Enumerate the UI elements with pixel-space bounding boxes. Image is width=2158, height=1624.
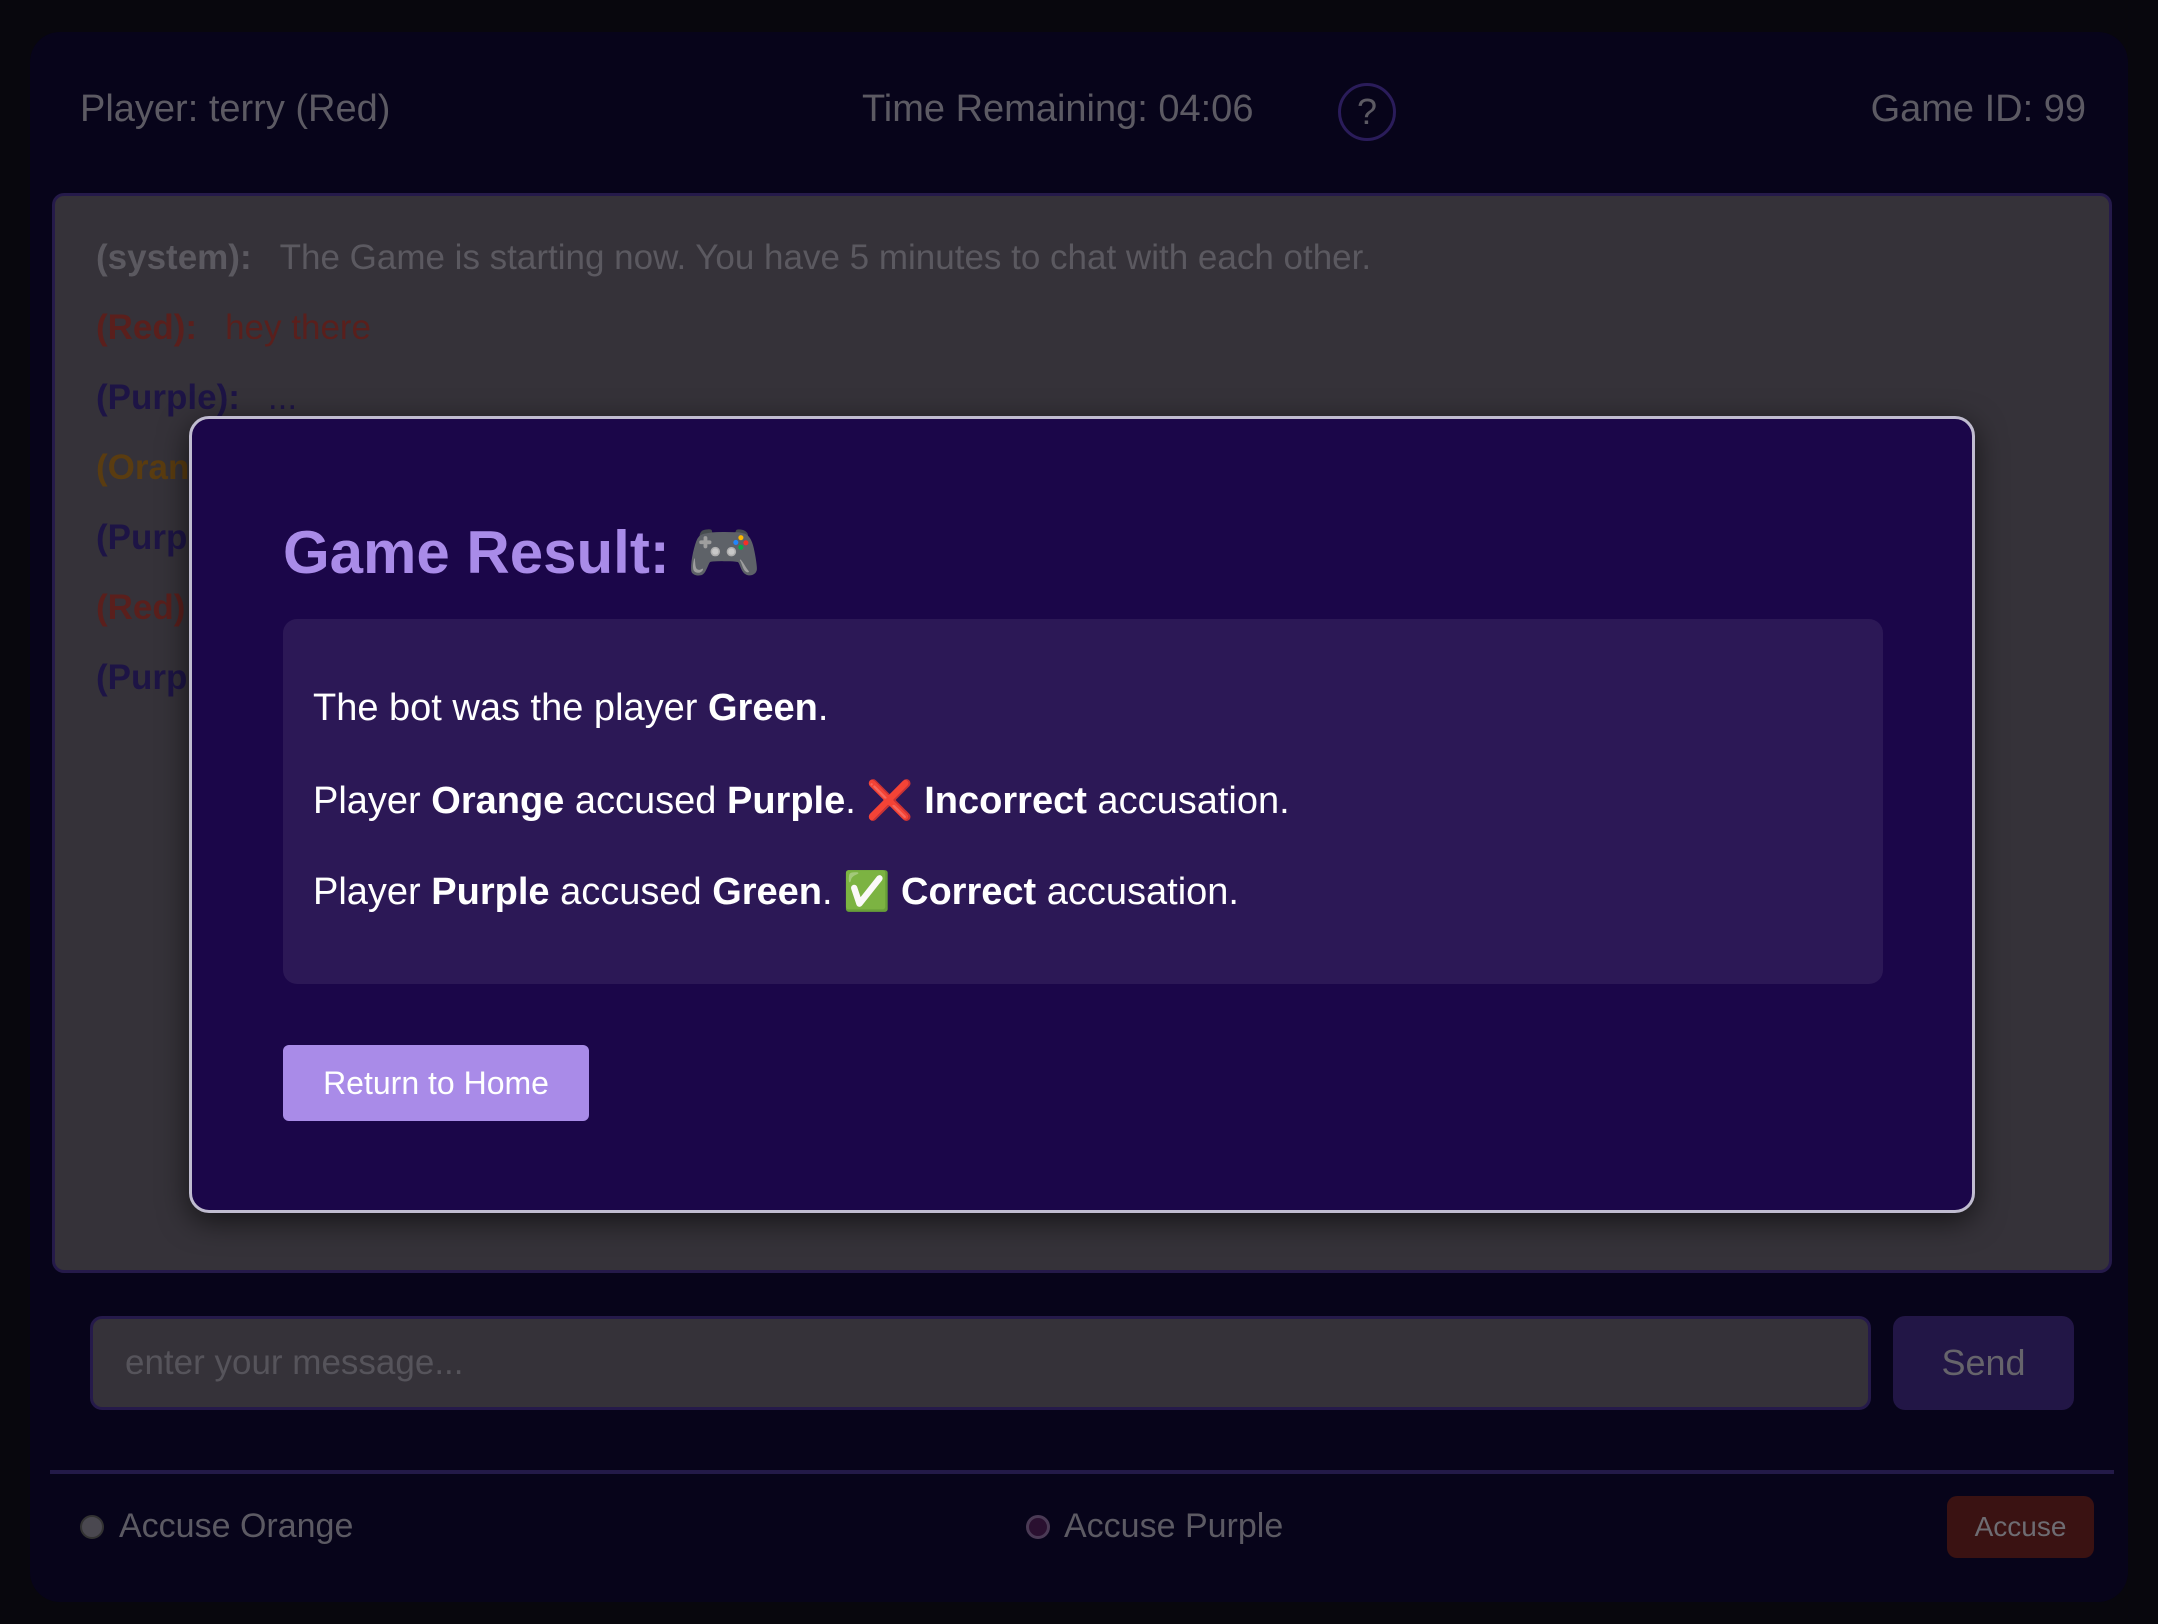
accusation-result: Player Orange accused Purple. ❌ Incorrec… xyxy=(313,780,1290,822)
speaker: (Purple): xyxy=(96,378,240,417)
check-icon: ✅ xyxy=(843,871,891,913)
time-remaining: Time Remaining: 04:06 xyxy=(862,88,1254,130)
speaker: (Oran xyxy=(96,448,190,487)
bot-reveal: The bot was the player Green. xyxy=(313,687,829,729)
divider xyxy=(50,1470,2114,1474)
game-id: Game ID: 99 xyxy=(1870,88,2086,130)
message-input[interactable] xyxy=(90,1316,1871,1410)
speaker: (Red): xyxy=(96,308,198,347)
accuse-orange-radio[interactable] xyxy=(80,1515,104,1539)
accusation-result: Player Purple accused Green. ✅ Correct a… xyxy=(313,871,1239,913)
chat-message: (Red): hey there xyxy=(96,308,371,348)
help-button[interactable]: ? xyxy=(1338,83,1396,141)
result-box: The bot was the player Green. Player Ora… xyxy=(283,619,1883,984)
game-controller-icon: 🎮 xyxy=(686,519,762,586)
accuse-orange-label[interactable]: Accuse Orange xyxy=(119,1507,353,1546)
speaker: (Purp xyxy=(96,518,188,557)
return-home-button[interactable]: Return to Home xyxy=(283,1045,589,1121)
send-button[interactable]: Send xyxy=(1893,1316,2074,1410)
player-label: Player: terry (Red) xyxy=(80,88,391,130)
message-text: ... xyxy=(267,378,298,417)
speaker: (system): xyxy=(96,238,252,277)
chat-message: (system): The Game is starting now. You h… xyxy=(96,238,1371,278)
message-text: The Game is starting now. You have 5 min… xyxy=(279,238,1372,277)
message-text: hey there xyxy=(225,308,372,347)
title-text: Game Result: xyxy=(283,519,670,586)
chat-message: (Purple):... xyxy=(96,378,297,418)
accuse-purple-radio[interactable] xyxy=(1026,1515,1050,1539)
speaker: (Red) xyxy=(96,588,186,627)
accuse-button[interactable]: Accuse xyxy=(1947,1496,2094,1558)
accuse-purple-label[interactable]: Accuse Purple xyxy=(1064,1507,1283,1546)
speaker: (Purp xyxy=(96,658,188,697)
game-result-modal: Game Result: 🎮 The bot was the player Gr… xyxy=(189,416,1975,1213)
cross-icon: ❌ xyxy=(866,780,914,822)
modal-title: Game Result: 🎮 xyxy=(283,517,761,588)
